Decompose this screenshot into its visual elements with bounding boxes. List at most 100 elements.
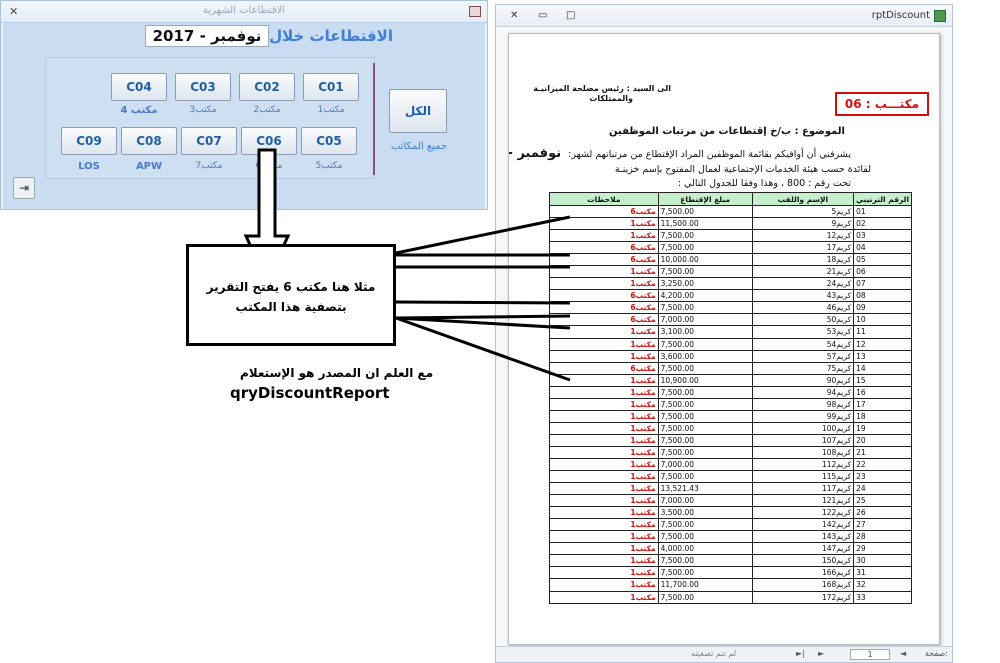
remark-cell: مكتب1 (549, 277, 659, 291)
number-cell: 25 (853, 494, 912, 508)
number-cell: 01 (853, 204, 912, 219)
number-cell: 26 (853, 506, 912, 520)
remark-cell: مكتب6 (549, 313, 659, 327)
remark-cell: مكتب1 (549, 433, 659, 447)
remark-cell: مكتب6 (549, 204, 659, 219)
office-button-c05[interactable]: C05 (301, 127, 357, 155)
office-label-c08: APW (135, 161, 163, 172)
intro-line-3: تحت رقم : 800 ، وهذا وفقا للجدول التالي … (677, 178, 851, 189)
remark-cell: مكتب1 (549, 421, 659, 435)
office-label-c01: مكتب1 (317, 105, 345, 115)
nav-prev-icon[interactable]: ◄ (900, 649, 906, 658)
office-label-c07: مكتب7 (195, 161, 223, 171)
table-row: مكتب1 7,500.00 كريم100 19 (549, 421, 912, 435)
exit-icon[interactable]: ⇥ (13, 177, 35, 199)
office-button-c04[interactable]: C04 (111, 73, 167, 101)
table-row: مكتب1 3,600.00 كريم57 13 (549, 349, 912, 363)
number-cell: 13 (853, 349, 912, 363)
col-name: الإسم واللقب (751, 192, 855, 206)
source-query-name: qryDiscountReport (230, 384, 390, 402)
name-cell: كريم99 (751, 409, 855, 423)
remark-cell: مكتب1 (549, 494, 659, 508)
amount-cell: 7,500.00 (657, 445, 753, 459)
name-cell: كريم121 (751, 494, 855, 508)
report-close-icon[interactable]: ✕ (510, 10, 518, 21)
remark-cell: مكتب1 (549, 566, 659, 580)
name-cell: كريم46 (751, 301, 855, 315)
number-cell: 03 (853, 229, 912, 243)
table-row: مكتب1 7,000.00 كريم112 22 (549, 457, 912, 472)
table-row: مكتب1 3,500.00 كريم122 26 (549, 506, 912, 520)
panel-divider (373, 63, 375, 175)
number-cell: 08 (853, 289, 912, 303)
number-cell: 23 (853, 470, 912, 484)
number-cell: 17 (853, 397, 912, 411)
name-cell: كريم168 (751, 578, 855, 592)
table-row: مكتب1 7,000.00 كريم121 25 (549, 494, 912, 508)
number-cell: 15 (853, 373, 912, 387)
source-note: مع العلم ان المصدر هو الإستعلام (240, 366, 434, 380)
name-cell: كريم54 (751, 337, 855, 351)
number-cell: 19 (853, 421, 912, 435)
all-offices-label: جميع المكاتب (390, 141, 448, 152)
form-body: الاقتطاعات خلال شهر نوفمبر - 2017 C04 مك… (3, 23, 485, 209)
nav-last-icon[interactable]: ►| (796, 649, 805, 658)
table-row: مكتب1 7,500.00 كريم115 23 (549, 470, 912, 484)
remark-cell: مكتب1 (549, 457, 659, 472)
number-cell: 33 (853, 590, 912, 604)
office-button-c03[interactable]: C03 (175, 73, 231, 101)
table-row: مكتب1 3,250.00 كريم24 07 (549, 277, 912, 291)
remark-cell: مكتب1 (549, 530, 659, 544)
number-cell: 10 (853, 313, 912, 327)
office-label-c03: مكتب3 (189, 105, 217, 115)
remark-cell: مكتب1 (549, 578, 659, 592)
form-title: الاقتطاعات الشهرية (202, 5, 286, 16)
office-button-c07[interactable]: C07 (181, 127, 237, 155)
filter-status[interactable]: لم تتم تصفيته (691, 649, 736, 658)
name-cell: كريم17 (751, 241, 855, 255)
table-row: مكتب1 7,500.00 كريم99 18 (549, 409, 912, 423)
office-button-c02[interactable]: C02 (239, 73, 295, 101)
intro-line-2: لفائدة حسب هيئة الخدمات الإجتماعية لعمال… (614, 164, 871, 175)
amount-cell: 7,500.00 (657, 397, 753, 411)
table-body: مكتب6 7,500.00 كريم5 01 مكتب1 11,500.00 كريم9 0… (549, 204, 912, 604)
name-cell: كريم150 (751, 554, 855, 568)
amount-cell: 7,500.00 (657, 361, 753, 375)
name-cell: كريم117 (751, 482, 855, 496)
office-button-c08[interactable]: C08 (121, 127, 177, 155)
number-cell: 24 (853, 482, 912, 496)
office-button-c01[interactable]: C01 (303, 73, 359, 101)
table-row: مكتب1 7,500.00 كريم142 27 (549, 518, 912, 532)
nav-next-icon[interactable]: ► (818, 649, 824, 658)
page-number-input[interactable]: 1 (850, 649, 890, 660)
number-cell: 12 (853, 337, 912, 351)
month-field[interactable]: نوفمبر - 2017 (145, 25, 269, 47)
name-cell: كريم147 (751, 542, 855, 556)
office-label-c05: مكتب5 (315, 161, 343, 171)
name-cell: كريم24 (751, 277, 855, 291)
remark-cell: مكتب1 (549, 506, 659, 520)
amount-cell: 7,000.00 (657, 313, 753, 327)
number-cell: 16 (853, 385, 912, 399)
remark-cell: مكتب1 (549, 349, 659, 363)
callout-line-2: بتصفية هذا المكتب (235, 300, 347, 314)
report-restore-icon[interactable]: ▭ (538, 10, 547, 21)
number-cell: 02 (853, 217, 912, 231)
report-page: الى السيد : رئيس مصلحة الميزانيـة والممت… (508, 33, 940, 645)
number-cell: 06 (853, 265, 912, 279)
all-offices-button[interactable]: الكل (389, 89, 447, 133)
remark-cell: مكتب1 (549, 590, 659, 604)
table-row: مكتب1 11,700.00 كريم168 32 (549, 578, 912, 592)
amount-cell: 7,500.00 (657, 566, 753, 580)
amount-cell: 11,700.00 (657, 578, 753, 592)
remark-cell: مكتب1 (549, 337, 659, 351)
remark-cell: مكتب1 (549, 373, 659, 387)
report-minimize-icon[interactable]: □ (566, 10, 575, 21)
office-label-c06: مكتب6 (255, 161, 283, 171)
table-row: مكتب6 4,200.00 كريم43 08 (549, 289, 912, 303)
remark-cell: مكتب1 (549, 397, 659, 411)
table-row: مكتب1 4,000.00 كريم147 29 (549, 542, 912, 556)
name-cell: كريم9 (751, 217, 855, 231)
office-button-c09[interactable]: C09 (61, 127, 117, 155)
office-button-c06[interactable]: C06 (241, 127, 297, 155)
